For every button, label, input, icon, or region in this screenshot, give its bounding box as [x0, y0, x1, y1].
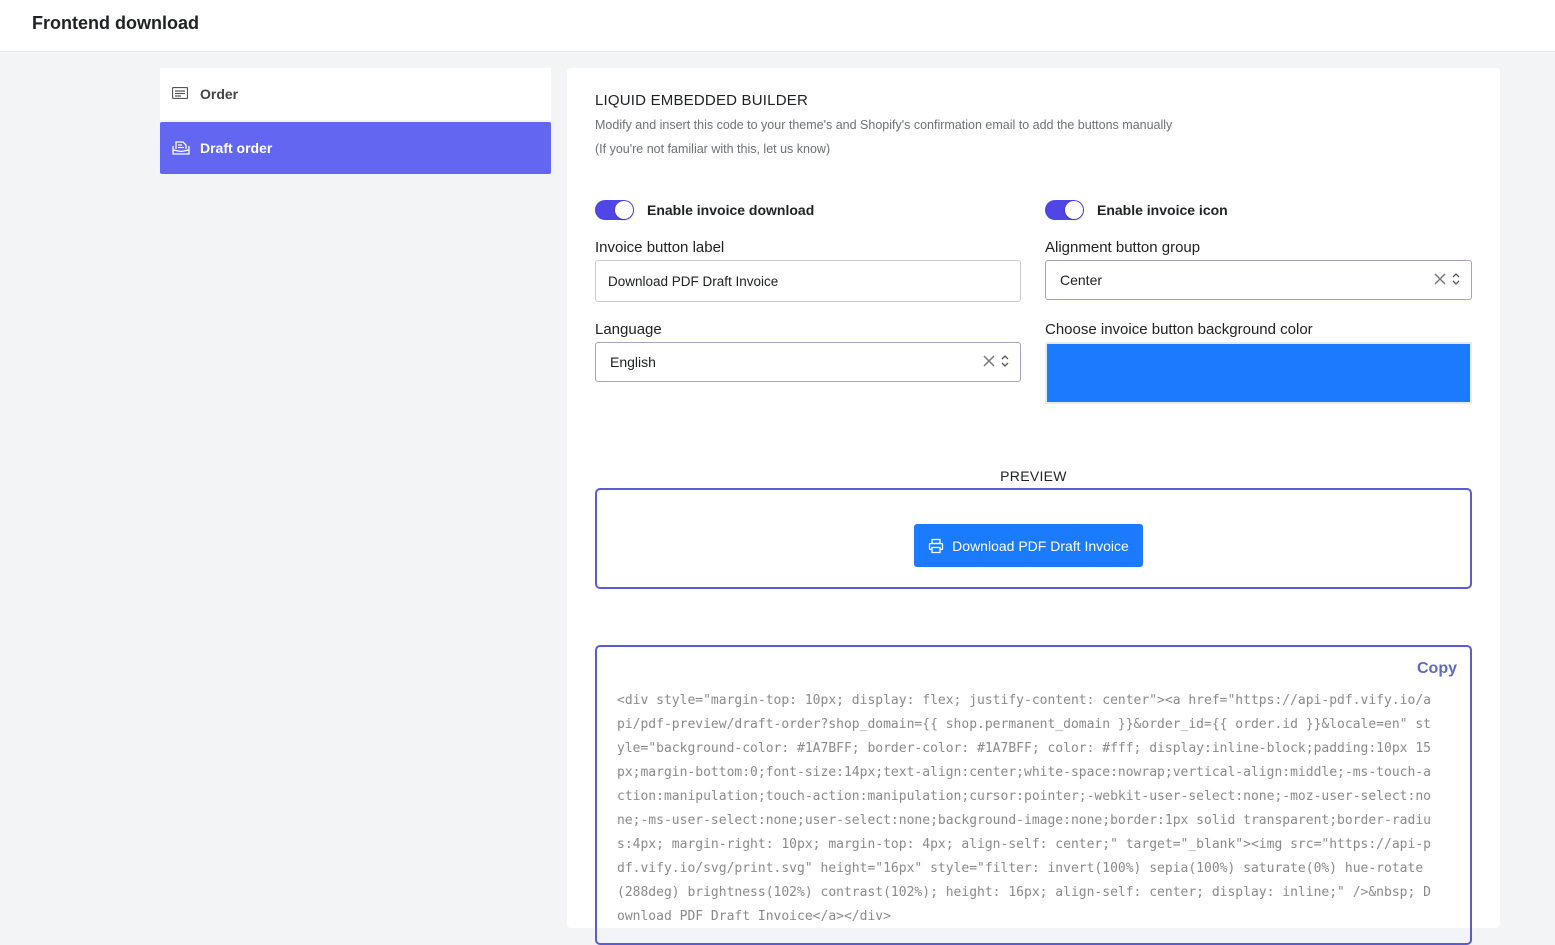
receipt-icon [172, 87, 190, 101]
copy-button[interactable]: Copy [1417, 660, 1457, 678]
enable-icon-toggle[interactable] [1045, 200, 1084, 220]
clear-icon[interactable] [1433, 272, 1447, 286]
builder-panel: LIQUID EMBEDDED BUILDER Modify and inser… [567, 68, 1500, 945]
chevron-up-down-icon [1001, 355, 1009, 367]
sidebar-item-draft-order[interactable]: Draft order [160, 122, 551, 174]
alignment-value: Center [1060, 272, 1103, 288]
sidebar-item-label: Draft order [200, 140, 273, 156]
section-title: LIQUID EMBEDDED BUILDER [595, 92, 808, 109]
download-pdf-label: Download PDF Draft Invoice [952, 537, 1129, 554]
language-select[interactable]: English [595, 342, 1021, 382]
enable-download-row: Enable invoice download [595, 200, 814, 220]
sidebar: Order Draft order [160, 68, 551, 174]
chevron-up-down-icon [1452, 273, 1460, 285]
section-note: (If you're not familiar with this, let u… [595, 142, 831, 156]
alignment-title: Alignment button group [1045, 239, 1201, 256]
code-snippet[interactable]: <div style="margin-top: 10px; display: f… [617, 689, 1437, 929]
bg-color-title: Choose invoice button background color [1045, 321, 1313, 338]
download-pdf-button[interactable]: Download PDF Draft Invoice [914, 524, 1143, 567]
enable-download-label: Enable invoice download [647, 202, 815, 218]
preview-title: PREVIEW [1000, 468, 1067, 484]
top-bar: Frontend download [0, 0, 1555, 52]
code-box: Copy <div style="margin-top: 10px; displ… [595, 645, 1472, 945]
preview-box: Download PDF Draft Invoice [595, 488, 1472, 589]
sidebar-item-label: Order [200, 86, 239, 102]
invoice-label-input[interactable]: Download PDF Draft Invoice [595, 260, 1021, 302]
sidebar-item-order[interactable]: Order [160, 68, 551, 120]
invoice-label-value: Download PDF Draft Invoice [608, 273, 779, 289]
alignment-select[interactable]: Center [1045, 260, 1472, 300]
enable-download-toggle[interactable] [595, 200, 634, 220]
section-description: Modify and insert this code to your them… [595, 118, 1173, 132]
draft-order-icon [172, 141, 190, 155]
bg-color-picker[interactable] [1045, 342, 1472, 404]
invoice-label-title: Invoice button label [595, 239, 725, 256]
language-value: English [610, 354, 656, 370]
language-title: Language [595, 321, 662, 338]
printer-icon [929, 538, 944, 553]
clear-icon[interactable] [982, 354, 996, 368]
enable-icon-row: Enable invoice icon [1045, 200, 1228, 220]
enable-icon-label: Enable invoice icon [1097, 202, 1228, 218]
page-title: Frontend download [32, 13, 199, 33]
